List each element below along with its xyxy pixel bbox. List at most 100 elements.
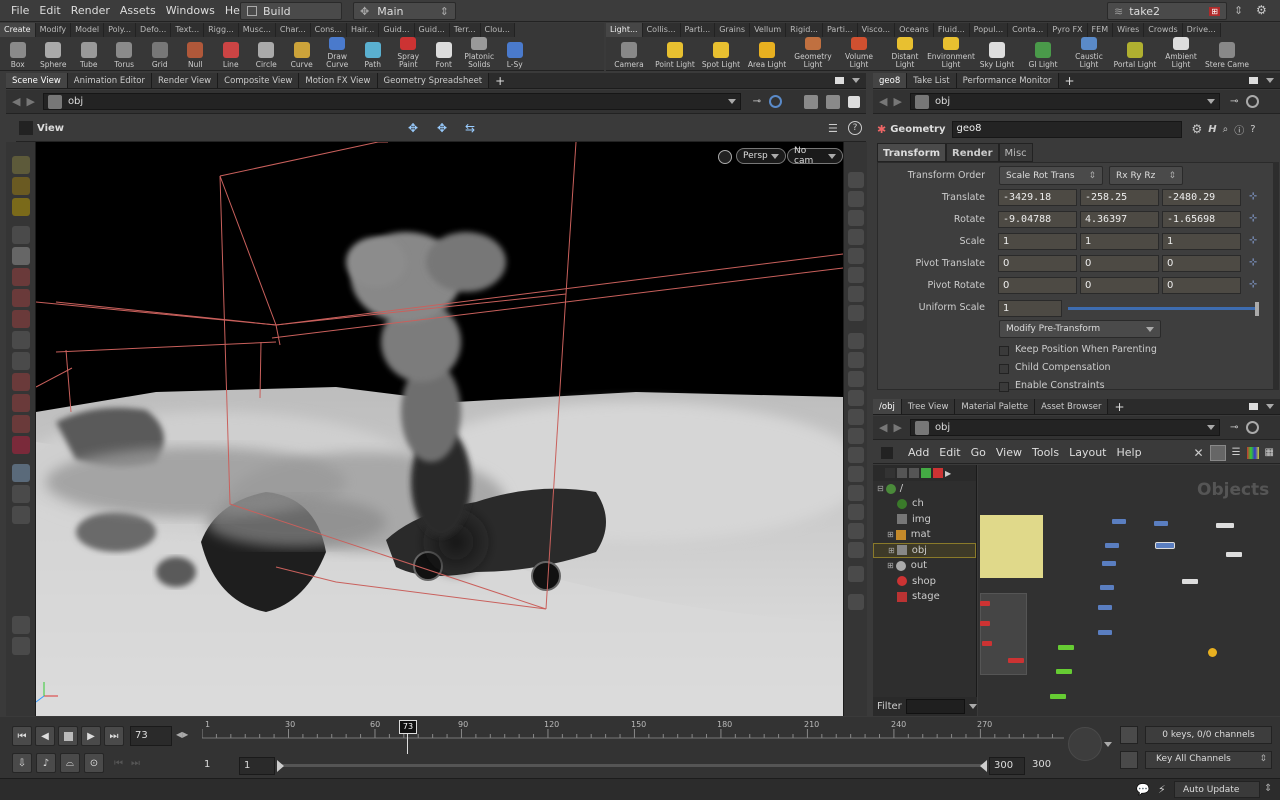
params-path-dropdown-icon[interactable]	[1206, 99, 1215, 104]
cook-icon[interactable]: ⚡	[1158, 783, 1166, 796]
network-path-field[interactable]: obj	[909, 419, 1220, 436]
menu-edit[interactable]: Edit	[34, 0, 65, 22]
hull-display-icon[interactable]	[847, 447, 864, 463]
playhead-marker[interactable]: 73	[399, 720, 417, 734]
light-node-icon[interactable]	[1208, 648, 1217, 657]
jump-end-button[interactable]: ⏭	[104, 726, 124, 746]
add-params-tab-button[interactable]: +	[1059, 73, 1081, 88]
select-object-icon[interactable]	[11, 198, 30, 216]
tab-asset-browser[interactable]: Asset Browser	[1035, 399, 1109, 414]
right-shelf-tool[interactable]: GI Light	[1020, 37, 1066, 71]
right-shelf-tool[interactable]: Camera	[606, 37, 652, 71]
tab-take-list[interactable]: Take List	[907, 73, 957, 88]
scene-viewport[interactable]: Persp No cam	[36, 142, 843, 716]
visibility-icon[interactable]	[847, 191, 864, 207]
transform-tool-icon[interactable]	[11, 331, 30, 349]
global-animation-icon[interactable]: ⊙	[84, 753, 104, 773]
right-shelf-tool[interactable]: Point Light	[652, 37, 698, 71]
tab-tree-view[interactable]: Tree View	[901, 399, 956, 414]
jump-start-button[interactable]: ⏮	[12, 726, 32, 746]
snap-grid-icon[interactable]	[11, 373, 30, 391]
tab-render-view[interactable]: Render View	[152, 73, 219, 88]
params-link-icon[interactable]	[1246, 95, 1260, 108]
pivot-translate-x[interactable]: 0	[998, 255, 1077, 272]
left-shelf-tool[interactable]: Null	[178, 37, 214, 71]
no-cam-menu[interactable]: No cam	[787, 146, 843, 166]
scale-y[interactable]: 1	[1080, 233, 1159, 250]
viewport-toggle-icon[interactable]	[19, 121, 33, 135]
enable-constraints-checkbox[interactable]	[999, 382, 1009, 392]
snap-prim-icon[interactable]	[11, 394, 30, 412]
right-shelf-tab[interactable]: Popul...	[969, 23, 1009, 37]
node-white-1[interactable]	[1216, 523, 1234, 528]
left-shelf-tool[interactable]: Platonic Solids	[462, 37, 498, 71]
left-shelf-tool[interactable]: Font	[426, 37, 462, 71]
pivot-rotate-handle-icon[interactable]: ⊹	[1249, 279, 1257, 290]
tree-flag-icon[interactable]	[909, 468, 919, 478]
rotate-handle-icon[interactable]: ⊹	[1249, 213, 1257, 224]
viewport-lock-icon[interactable]	[718, 150, 732, 164]
tree-error-icon[interactable]	[933, 468, 943, 478]
menu-render[interactable]: Render	[66, 0, 115, 22]
scope-channels-icon[interactable]: ⇩	[12, 753, 32, 773]
left-shelf-tab[interactable]: Guid...	[414, 23, 450, 37]
left-shelf-tab[interactable]: Create	[0, 23, 36, 37]
render-icon[interactable]	[11, 485, 30, 503]
normal-display-icon[interactable]	[847, 409, 864, 425]
camera-icon[interactable]	[847, 333, 864, 349]
render-region-icon[interactable]	[848, 95, 860, 108]
pivot-rotate-y[interactable]: 0	[1080, 277, 1159, 294]
tab-material-palette[interactable]: Material Palette	[955, 399, 1036, 414]
params-back-icon[interactable]: ◀	[879, 95, 887, 108]
auto-update-select[interactable]: Auto Update	[1174, 781, 1260, 798]
step-back-button[interactable]: ◀	[35, 726, 55, 746]
display-options-icon[interactable]: ☰	[828, 122, 838, 135]
ghost-icon[interactable]	[847, 352, 864, 368]
maximize-params-icon[interactable]	[1249, 77, 1258, 84]
left-shelf-tool[interactable]: Tube	[71, 37, 107, 71]
right-shelf-tool[interactable]: Area Light	[744, 37, 790, 71]
magnet-icon[interactable]	[11, 436, 30, 454]
tab-performance-monitor[interactable]: Performance Monitor	[956, 73, 1059, 88]
tree-item-out[interactable]: ⊞ out	[873, 558, 976, 574]
network-menu-help[interactable]: Help	[1112, 446, 1147, 459]
node-blue-6[interactable]	[1098, 605, 1112, 610]
scale-z[interactable]: 1	[1162, 233, 1241, 250]
right-shelf-tool[interactable]: Sky Light	[974, 37, 1020, 71]
snapshot-icon[interactable]	[804, 94, 818, 109]
network-canvas[interactable]: Objects	[978, 465, 1280, 716]
range-start-field-2[interactable]: 1	[239, 757, 275, 775]
right-shelf-tool[interactable]: Portal Light	[1112, 37, 1158, 71]
maximize-pane-icon[interactable]	[835, 77, 844, 84]
grid-view-icon[interactable]: ▦	[1265, 447, 1274, 458]
right-shelf-tab[interactable]: Fluid...	[933, 23, 970, 37]
stop-button[interactable]	[58, 726, 78, 746]
search-icon[interactable]: ⌕	[1223, 124, 1229, 135]
node-green-1[interactable]	[1058, 645, 1074, 650]
uniform-scale-field[interactable]: 1	[998, 300, 1062, 317]
prev-key-icon[interactable]: ⏮	[114, 758, 123, 769]
translate-y[interactable]: -258.25	[1080, 189, 1159, 206]
flipbook-icon[interactable]	[826, 94, 840, 109]
vector-display-icon[interactable]	[847, 428, 864, 444]
rotate-tool-icon[interactable]	[11, 289, 30, 307]
rotate-z[interactable]: -1.65698	[1162, 211, 1241, 228]
add-network-tab-button[interactable]: +	[1108, 399, 1130, 414]
network-pin-icon[interactable]: ⊸	[1230, 422, 1238, 433]
key-all-icon[interactable]	[1120, 751, 1138, 769]
range-slider-start-handle[interactable]	[277, 760, 284, 772]
tab-composite-view[interactable]: Composite View	[218, 73, 300, 88]
view-tool-icon[interactable]: ⇆	[465, 121, 475, 135]
current-frame-field[interactable]: 73	[130, 726, 172, 746]
tab-misc[interactable]: Misc	[998, 143, 1033, 162]
wrench-icon[interactable]: ✕	[1194, 446, 1204, 460]
link-icon[interactable]	[769, 95, 782, 108]
node-gear-icon[interactable]: ⚙	[1192, 122, 1203, 136]
child-compensation-checkbox[interactable]	[999, 364, 1009, 374]
left-shelf-tab[interactable]: Model	[71, 23, 105, 37]
node-green-2[interactable]	[1056, 669, 1072, 674]
view-camera-icon[interactable]	[11, 464, 30, 482]
pane-menu-icon[interactable]	[852, 78, 860, 83]
rotate-y[interactable]: 4.36397	[1080, 211, 1159, 228]
settings-round-icon[interactable]	[11, 637, 30, 655]
